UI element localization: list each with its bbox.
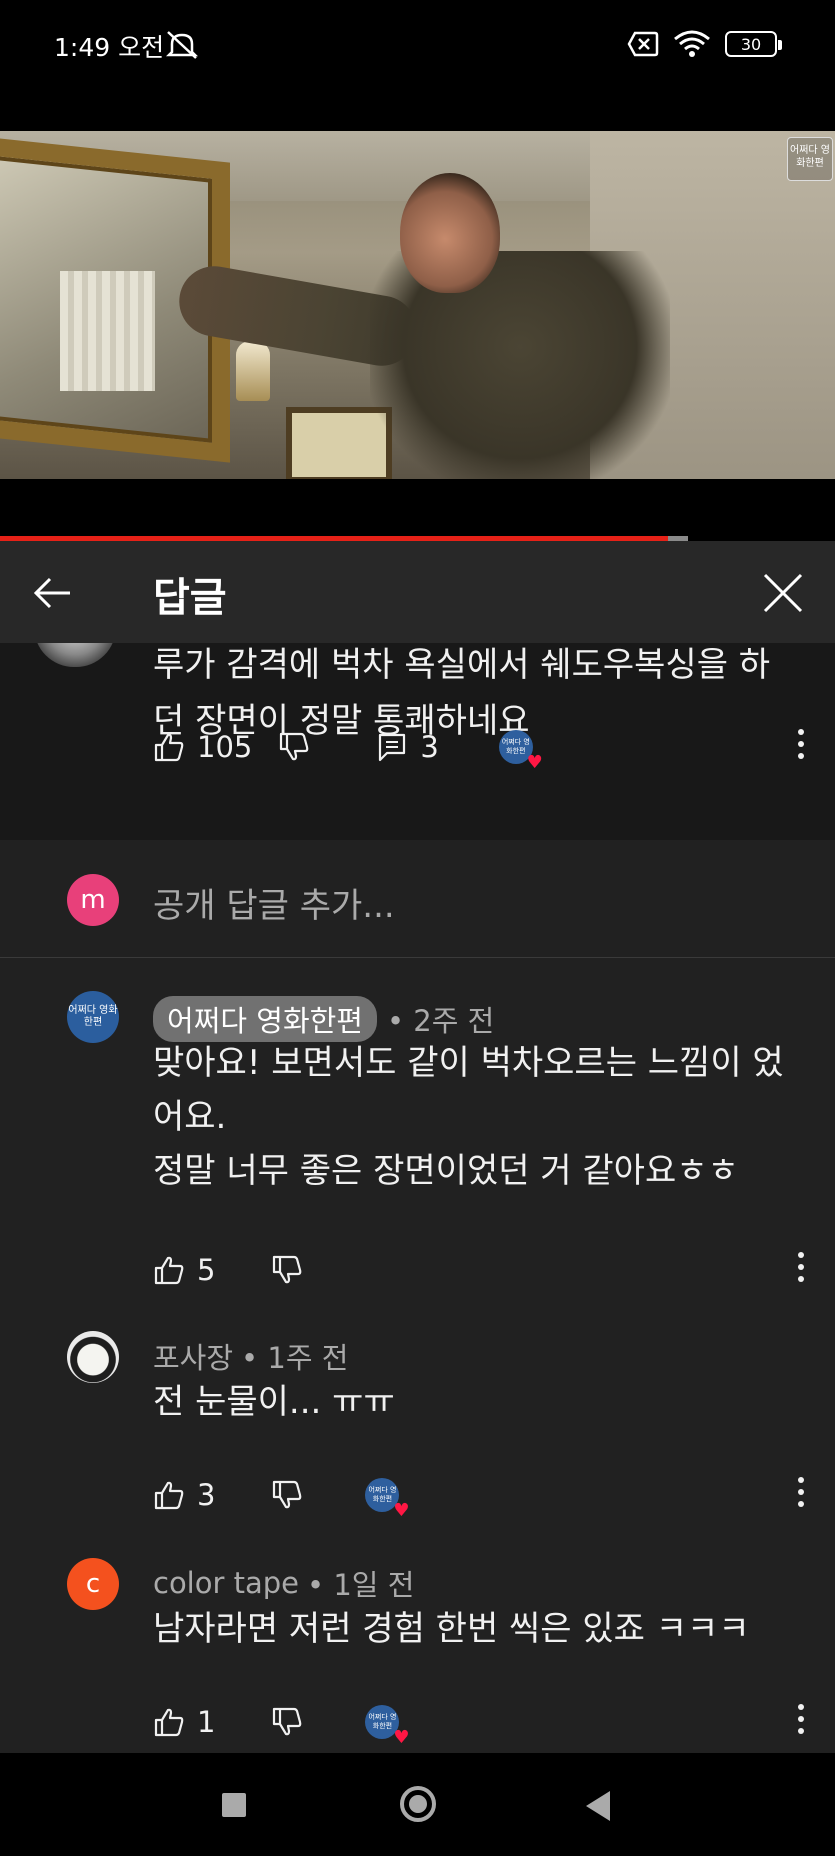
reply-text: 맞아요! 보면서도 같이 벅차오르는 느낌이 었어요. 정말 너무 좋은 장면이… (153, 1043, 784, 1191)
video-frame-person (400, 173, 500, 293)
sim-off-icon (627, 31, 659, 57)
reply-meta: color tape • 1일 전 (153, 1562, 414, 1604)
status-time: 1:49 오전 (54, 33, 165, 62)
status-icons: 30 (627, 30, 782, 58)
mute-icon (165, 31, 199, 59)
recents-icon[interactable] (222, 1793, 246, 1817)
more-options-icon[interactable] (795, 1477, 807, 1511)
add-reply-row[interactable]: m 공개 답글 추가... (0, 840, 835, 958)
reply-time: • 2주 전 (386, 1004, 495, 1038)
home-icon[interactable] (400, 1786, 436, 1822)
battery-icon: 30 (725, 31, 782, 57)
reply-text: 남자라면 저런 경험 한번 씩은 있죠 ㅋㅋㅋ (153, 1609, 750, 1649)
heart-icon: ♥ (393, 1500, 410, 1521)
reply-actions: 5 (153, 1250, 303, 1290)
channel-watermark: 어쩌다 영화한편 (787, 137, 833, 181)
like-count: 1 (197, 1705, 216, 1739)
creator-heart-badge: 어쩌다 영화한편 ♥ (365, 1705, 409, 1747)
thumbs-up-icon[interactable] (153, 1479, 185, 1511)
heart-icon: ♥ (393, 1727, 410, 1748)
video-player[interactable]: 어쩌다 영화한편 (0, 131, 835, 479)
avatar[interactable] (67, 1331, 119, 1383)
avatar[interactable]: c (67, 1558, 119, 1610)
reply-actions: 3 어쩌다 영화한편 ♥ (153, 1475, 409, 1520)
thumbs-down-icon[interactable] (271, 1254, 303, 1286)
thumbs-down-icon[interactable] (271, 1479, 303, 1511)
panel-header: 답글 (0, 541, 835, 643)
comment-actions: 105 3 어쩌다 영화한편 ♥ (153, 727, 543, 772)
replies-panel: 답글 루가 감격에 벅차 욕실에서 쉐도우복싱을 하던 장면이 정말 통쾌하네요… (0, 541, 835, 1753)
close-icon[interactable] (761, 571, 805, 615)
author-name[interactable]: 포사장 (153, 1335, 233, 1377)
reply-time: • 1일 전 (307, 1568, 415, 1602)
creator-heart-name: 어쩌다 영화한편 (368, 1713, 397, 1730)
thumbs-down-icon[interactable] (278, 731, 310, 763)
reply-actions: 1 어쩌다 영화한편 ♥ (153, 1702, 409, 1747)
status-bar: 1:49 오전 30 (0, 0, 835, 92)
creator-heart-badge: 어쩌다 영화한편 ♥ (365, 1478, 409, 1520)
like-count: 5 (197, 1253, 216, 1287)
reply-item: 포사장 • 1주 전 전 눈물이... ㅠㅠ 3 어쩌다 영화한편 ♥ (0, 1297, 835, 1520)
reply-text: 전 눈물이... ㅠㅠ (153, 1382, 395, 1422)
thumbs-up-icon[interactable] (153, 731, 185, 763)
more-options-icon[interactable] (795, 729, 807, 763)
creator-heart-name: 어쩌다 영화한편 (501, 738, 530, 755)
heart-icon: ♥ (526, 752, 543, 773)
like-count: 105 (197, 730, 253, 764)
more-options-icon[interactable] (795, 1252, 807, 1286)
user-avatar: m (67, 874, 119, 926)
parent-comment: 루가 감격에 벅차 욕실에서 쉐도우복싱을 하던 장면이 정말 통쾌하네요 10… (0, 615, 835, 840)
creator-heart-badge: 어쩌다 영화한편 ♥ (498, 730, 543, 772)
wifi-icon (674, 30, 710, 57)
reply-item: 어쩌다 영화한편 어쩌다 영화한편 • 2주 전 맞아요! 보면서도 같이 벅차… (0, 958, 835, 1287)
avatar[interactable]: 어쩌다 영화한편 (67, 991, 119, 1043)
thumbs-up-icon[interactable] (153, 1254, 185, 1286)
reply-meta: 포사장 • 1주 전 (153, 1335, 348, 1377)
thumbs-down-icon[interactable] (271, 1706, 303, 1738)
like-count: 3 (197, 1478, 216, 1512)
arrow-left-icon[interactable] (30, 571, 74, 615)
author-name[interactable]: color tape (153, 1566, 299, 1600)
reply-time: • 1주 전 (241, 1341, 349, 1375)
add-reply-input[interactable]: 공개 답글 추가... (153, 878, 395, 927)
reply-count: 3 (420, 730, 439, 764)
back-icon[interactable] (586, 1791, 610, 1821)
more-options-icon[interactable] (795, 1704, 807, 1738)
comment-icon[interactable] (376, 731, 408, 763)
creator-heart-name: 어쩌다 영화한편 (368, 1486, 397, 1503)
reply-item: c color tape • 1일 전 남자라면 저런 경험 한번 씩은 있죠 … (0, 1524, 835, 1753)
system-nav-bar (0, 1753, 835, 1856)
panel-title: 답글 (153, 575, 227, 621)
thumbs-up-icon[interactable] (153, 1706, 185, 1738)
